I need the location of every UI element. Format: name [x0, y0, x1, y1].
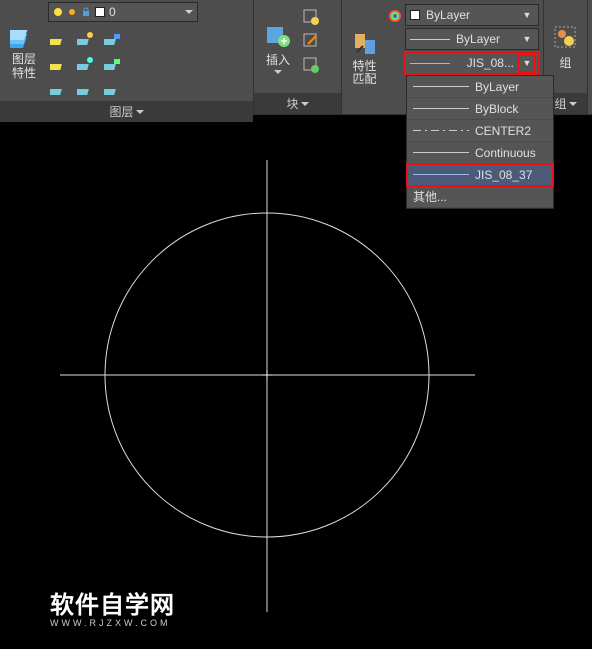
layer-prev-icon[interactable] — [75, 79, 97, 101]
layer-combo-value: 0 — [109, 5, 181, 19]
linetype-option-label: ByBlock — [475, 102, 547, 116]
layer-freeze-icon[interactable] — [75, 29, 97, 51]
bulb-on-icon — [53, 7, 63, 17]
group-panel-title-label: 组 — [554, 95, 566, 112]
linetype-sample — [413, 124, 469, 138]
linetype-dropdown: ByLayer ByBlock CENTER2 Continuous — [406, 75, 554, 209]
insert-block-label: 插入 — [266, 51, 290, 68]
drawing-content — [0, 140, 592, 646]
layer-lock-icon[interactable] — [102, 29, 124, 51]
watermark-main: 软件自学网 — [50, 585, 175, 620]
color-combo-label: ByLayer — [426, 8, 514, 22]
layer-properties-button[interactable]: 图层 特性 — [4, 2, 44, 101]
match-properties-icon — [351, 30, 379, 58]
linetype-option-byblock[interactable]: ByBlock — [407, 98, 553, 120]
linetype-sample — [413, 102, 469, 116]
linetype-sample — [413, 80, 469, 94]
chevron-down-icon — [136, 110, 144, 114]
match-properties-label: 特性 匹配 — [352, 60, 376, 86]
linetype-option-bylayer[interactable]: ByLayer — [407, 76, 553, 98]
linetype-other-label: 其他... — [413, 188, 547, 205]
layers-panel-title-label: 图层 — [109, 103, 133, 120]
layer-color-swatch — [95, 7, 105, 17]
color-wheel-icon[interactable] — [387, 8, 403, 24]
linetype-combo-label: JIS_08... — [456, 56, 514, 70]
linetype-option-center2[interactable]: CENTER2 — [407, 120, 553, 142]
chevron-down-icon: ▼ — [520, 55, 534, 71]
edit-block-icon[interactable] — [302, 32, 320, 50]
chevron-down-icon — [274, 70, 282, 74]
sun-icon — [67, 7, 77, 17]
group-icon — [552, 24, 580, 52]
blocks-panel-title-label: 块 — [286, 95, 298, 112]
watermark: 软件自学网 WWW.RJZXW.COM — [50, 585, 175, 628]
linetype-sample — [413, 146, 469, 160]
create-block-icon[interactable] — [302, 8, 320, 26]
layer-properties-icon — [10, 23, 38, 51]
blocks-panel-title[interactable]: 块 — [254, 93, 341, 114]
group-label: 组 — [559, 54, 571, 71]
linetype-option-label: ByLayer — [475, 80, 547, 94]
layer-match-icon[interactable] — [48, 79, 70, 101]
chevron-down-icon — [185, 10, 193, 14]
layers-panel-title[interactable]: 图层 — [0, 101, 253, 122]
insert-block-icon — [264, 21, 292, 49]
chevron-down-icon: ▼ — [520, 34, 534, 44]
layer-thaw-icon[interactable] — [75, 54, 97, 76]
layer-isolate-icon[interactable] — [48, 54, 70, 76]
linetype-option-label: CENTER2 — [475, 124, 547, 138]
match-properties-button[interactable]: 特性 匹配 — [346, 2, 383, 114]
linetype-sample — [413, 168, 469, 182]
lineweight-combo-label: ByLayer — [456, 32, 514, 46]
chevron-down-icon: ▼ — [520, 10, 534, 20]
watermark-sub: WWW.RJZXW.COM — [50, 618, 175, 628]
lineweight-sample — [410, 32, 450, 46]
linetype-option-continuous[interactable]: Continuous — [407, 142, 553, 164]
linetype-option-label: Continuous — [475, 146, 547, 160]
linetype-option-label: JIS_08_37 — [475, 168, 547, 182]
linetype-sample — [410, 56, 450, 70]
color-swatch — [410, 10, 420, 20]
lock-icon — [81, 7, 91, 17]
chevron-down-icon — [301, 102, 309, 106]
chevron-down-icon — [569, 102, 577, 106]
layer-walk-icon[interactable] — [102, 79, 124, 101]
linetype-combo[interactable]: JIS_08... ▼ ByLayer ByBlock — [405, 52, 539, 74]
drawing-canvas[interactable]: 软件自学网 WWW.RJZXW.COM — [0, 140, 592, 646]
color-combo[interactable]: ByLayer ▼ — [405, 4, 539, 26]
layer-properties-label: 图层 特性 — [12, 53, 36, 79]
linetype-option-other[interactable]: 其他... — [407, 186, 553, 208]
block-attr-icon[interactable] — [302, 56, 320, 74]
layer-off-icon[interactable] — [48, 29, 70, 51]
layer-unlock-icon[interactable] — [102, 54, 124, 76]
insert-block-button[interactable]: 插入 — [258, 2, 298, 93]
linetype-option-jis[interactable]: JIS_08_37 — [407, 164, 553, 186]
lineweight-combo[interactable]: ByLayer ▼ — [405, 28, 539, 50]
layer-combo[interactable]: 0 — [48, 2, 198, 22]
